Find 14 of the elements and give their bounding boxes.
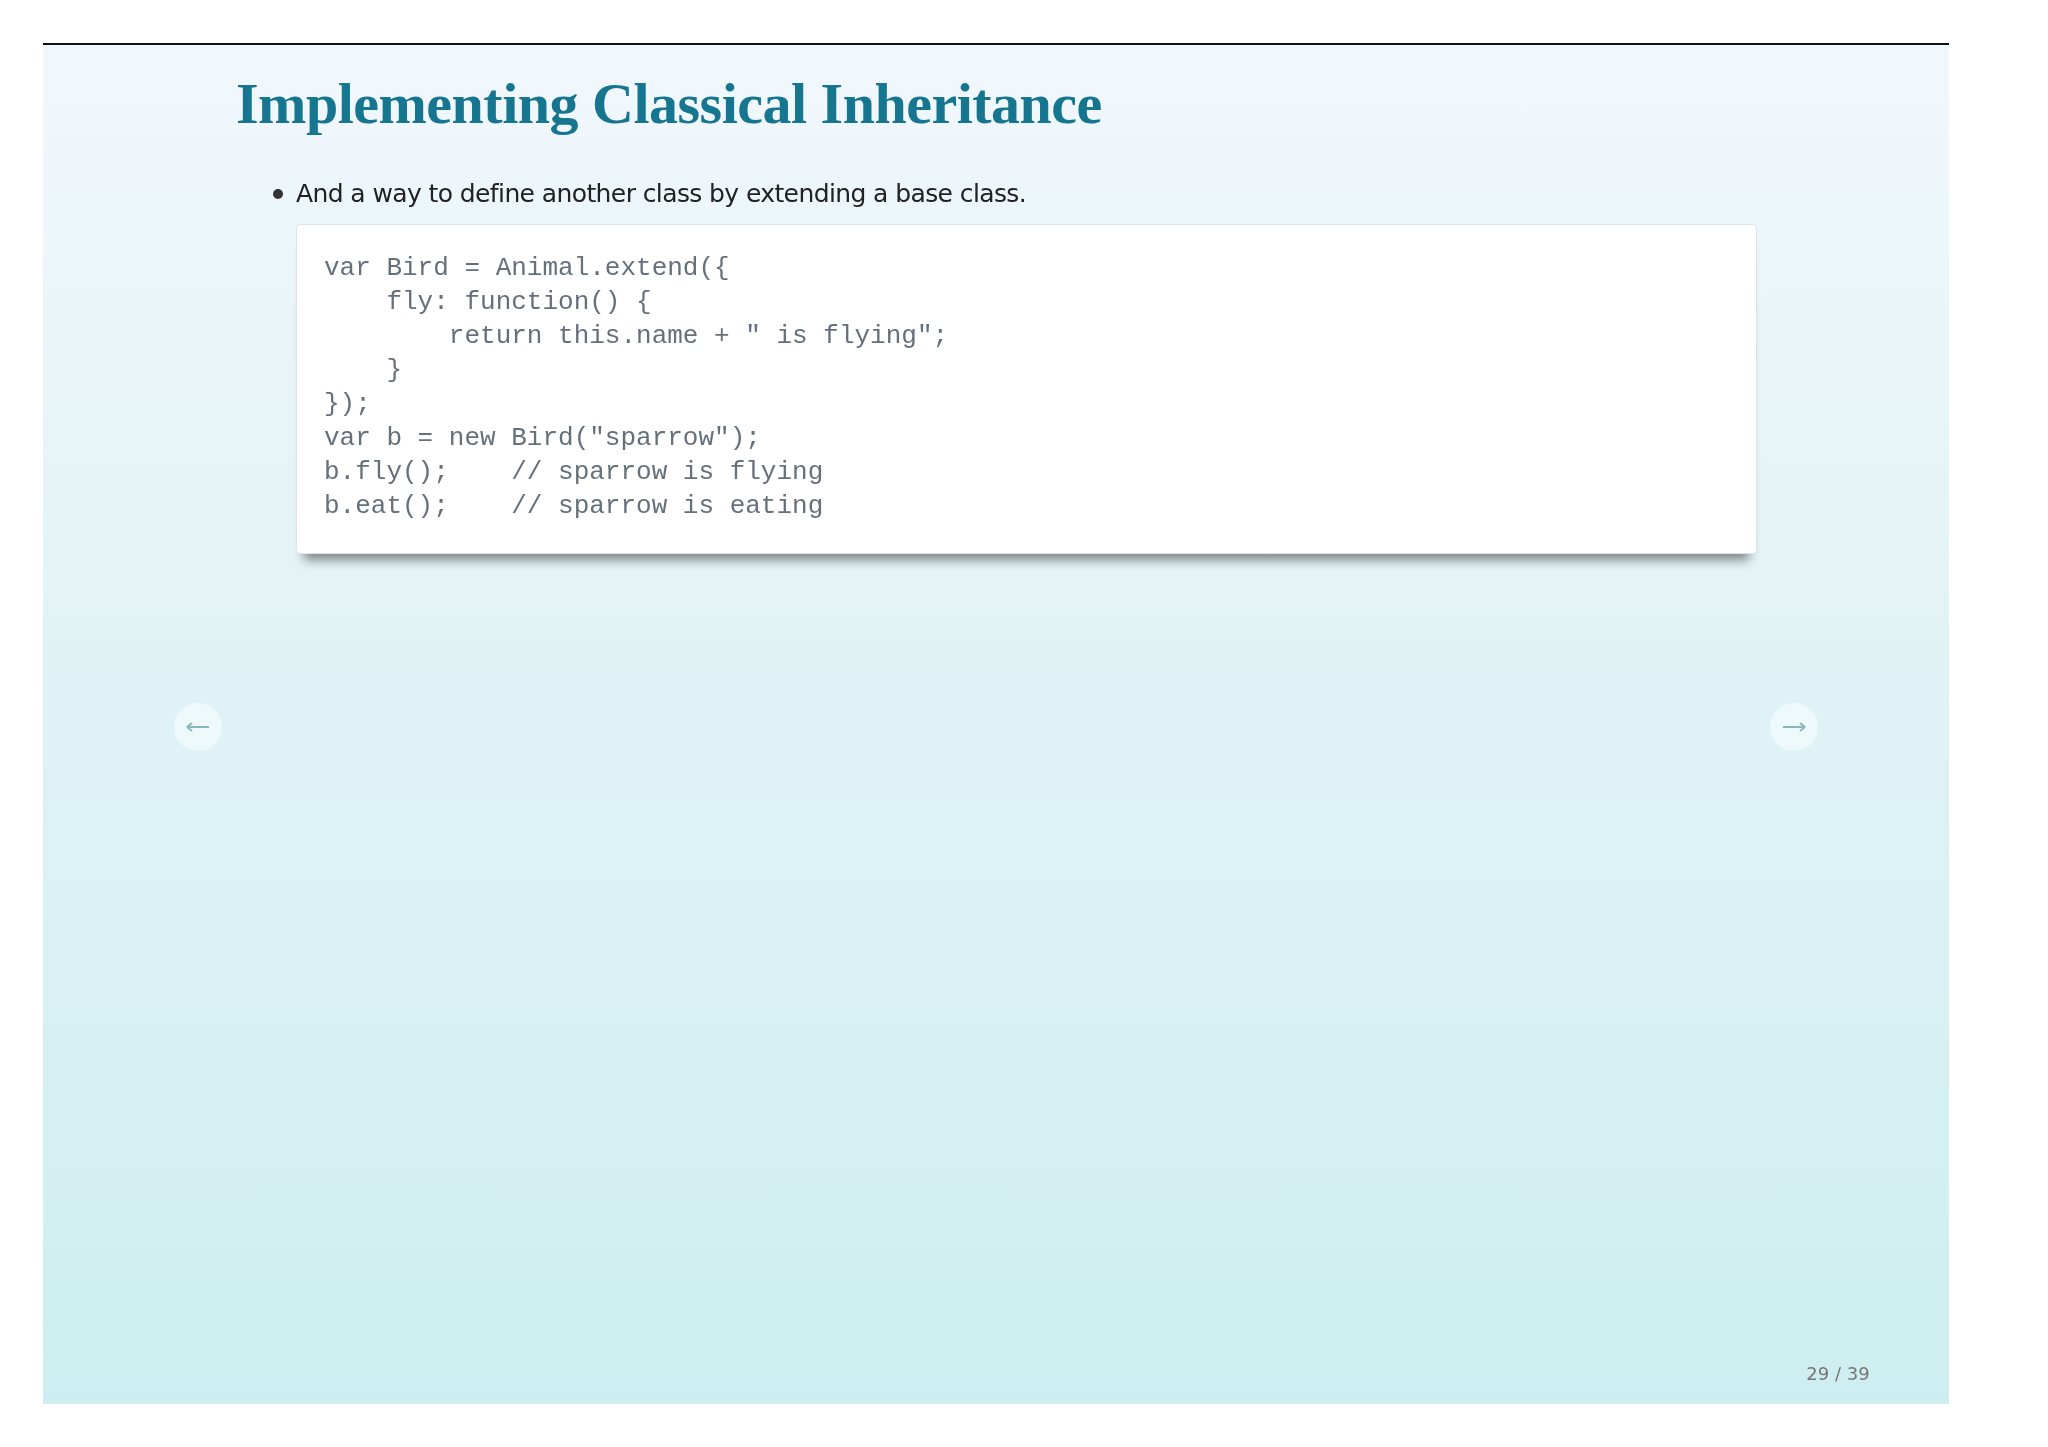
code-line: fly: function() { bbox=[385, 286, 653, 319]
code-line: var b = new Bird("sparrow"); bbox=[324, 422, 762, 455]
code-line: } bbox=[385, 354, 403, 387]
code-line: b.eat(); // sparrow is eating bbox=[324, 490, 825, 523]
bullet-text: And a way to define another class by extending a base class. bbox=[296, 179, 1027, 208]
code-line: b.fly(); // sparrow is flying bbox=[324, 456, 825, 489]
code-line: }); bbox=[324, 388, 372, 421]
next-arrow-button[interactable] bbox=[1770, 703, 1818, 751]
code-line: var Bird = Animal.extend({ bbox=[324, 252, 731, 285]
slide-title: Implementing Classical Inheritance bbox=[236, 70, 1103, 137]
page-number: 29 / 39 bbox=[1805, 1363, 1871, 1384]
code-line: return this.name + " is flying"; bbox=[447, 320, 950, 353]
previous-arrow-button[interactable] bbox=[174, 703, 222, 751]
bullet-icon bbox=[273, 188, 283, 199]
